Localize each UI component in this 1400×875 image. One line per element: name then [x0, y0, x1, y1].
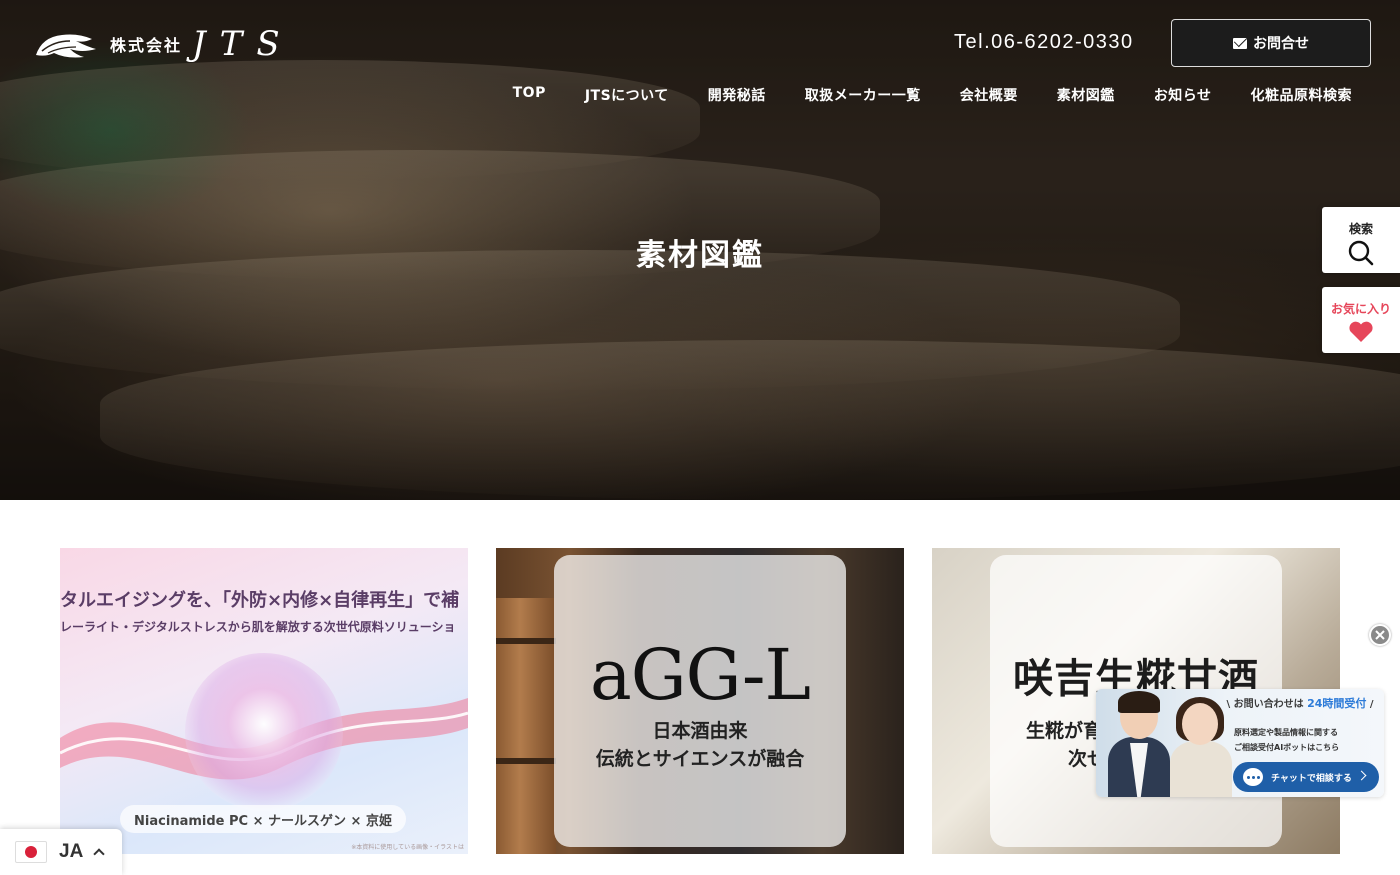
- card-subtitle: 生糀が育: [1026, 720, 1103, 742]
- side-favorites-label: お気に入り: [1330, 302, 1391, 316]
- nav-item-makers[interactable]: 取扱メーカー一覧: [805, 85, 921, 105]
- language-code: JA: [59, 841, 84, 862]
- staff-photo: [1170, 741, 1232, 797]
- card-title: aGG-L: [589, 634, 811, 716]
- card-headline: タルエイジングを、「外防×内修×自律再生」で補: [60, 590, 460, 611]
- logo-company-type: 株式会社: [110, 36, 183, 55]
- nav-item-story[interactable]: 開発秘話: [708, 85, 766, 105]
- image-disclaimer: ※本資料に使用している画像・イラストは: [351, 844, 464, 851]
- heart-icon: [1349, 321, 1373, 342]
- page-title: 素材図鑑: [636, 238, 764, 273]
- card-subtitle: 伝統とサイエンスが融合: [595, 748, 805, 770]
- mail-icon: [1233, 37, 1247, 49]
- chat-start-button-label: チャットで相談する: [1271, 773, 1352, 784]
- contact-button[interactable]: お問合せ: [1171, 19, 1371, 67]
- hero-banner: 株式会社 JTS Tel.06-6202-0330 お問合せ TOP JTSにつ…: [0, 0, 1400, 500]
- chevron-up-icon: [93, 848, 105, 860]
- card-subtitle: 日本酒由来: [652, 720, 748, 742]
- language-selector[interactable]: JA: [0, 829, 122, 875]
- side-search-tab[interactable]: 検索: [1322, 207, 1400, 273]
- chat-heading-highlight: 24時間受付: [1307, 697, 1367, 710]
- chat-bubble-icon: [1243, 768, 1263, 786]
- sphere-graphic: [185, 653, 343, 811]
- chat-description-line: ご相談受付AIボットはこちら: [1234, 743, 1340, 752]
- chat-start-button[interactable]: チャットで相談する: [1233, 762, 1379, 792]
- material-card[interactable]: タルエイジングを、「外防×内修×自律再生」で補 レーライト・デジタルストレスから…: [60, 548, 468, 854]
- main-nav: TOP JTSについて 開発秘話 取扱メーカー一覧 会社概要 素材図鑑 お知らせ…: [513, 85, 1352, 105]
- side-favorites-tab[interactable]: お気に入り: [1322, 287, 1400, 353]
- phone-number[interactable]: Tel.06-6202-0330: [954, 31, 1134, 54]
- chat-description-line: 原料選定や製品情報に関する: [1234, 728, 1338, 737]
- chat-heading-prefix: お問い合わせは: [1233, 699, 1304, 710]
- material-card[interactable]: aGG-L 日本酒由来 伝統とサイエンスが融合: [496, 548, 904, 854]
- nav-item-materials[interactable]: 素材図鑑: [1057, 85, 1115, 105]
- nav-item-company[interactable]: 会社概要: [960, 85, 1018, 105]
- chat-widget[interactable]: \ お問い合わせは 24時間受付 / 原料選定や製品情報に関する ご相談受付AI…: [1096, 689, 1384, 797]
- nav-item-about[interactable]: JTSについて: [585, 85, 669, 105]
- nav-item-news[interactable]: お知らせ: [1154, 85, 1212, 105]
- card-subheadline: レーライト・デジタルストレスから肌を解放する次世代原料ソリューショ: [60, 620, 456, 634]
- ingredient-pill: Niacinamide PC × ナールスゲン × 京姫: [120, 805, 406, 833]
- site-logo[interactable]: 株式会社 JTS: [32, 24, 294, 64]
- contact-button-label: お問合せ: [1253, 36, 1309, 52]
- chat-close-button[interactable]: [1369, 624, 1391, 646]
- nav-item-top[interactable]: TOP: [513, 85, 546, 105]
- chevron-right-icon: [1356, 770, 1367, 781]
- close-icon: [1375, 630, 1385, 640]
- sake-barrel-graphic: [496, 598, 556, 854]
- pine-logo-icon: [36, 34, 96, 58]
- side-search-label: 検索: [1348, 222, 1373, 236]
- nav-item-ingredient-search[interactable]: 化粧品原料検索: [1251, 85, 1353, 105]
- chat-heading: \ お問い合わせは 24時間受付 /: [1226, 697, 1374, 710]
- japan-flag-icon: [15, 841, 47, 863]
- chat-description: 原料選定や製品情報に関する ご相談受付AIボットはこちら: [1234, 725, 1380, 755]
- logo-company-name: JTS: [192, 24, 294, 64]
- staff-photo: [1118, 691, 1160, 713]
- staff-photo: [1182, 703, 1218, 745]
- search-icon: [1348, 240, 1374, 266]
